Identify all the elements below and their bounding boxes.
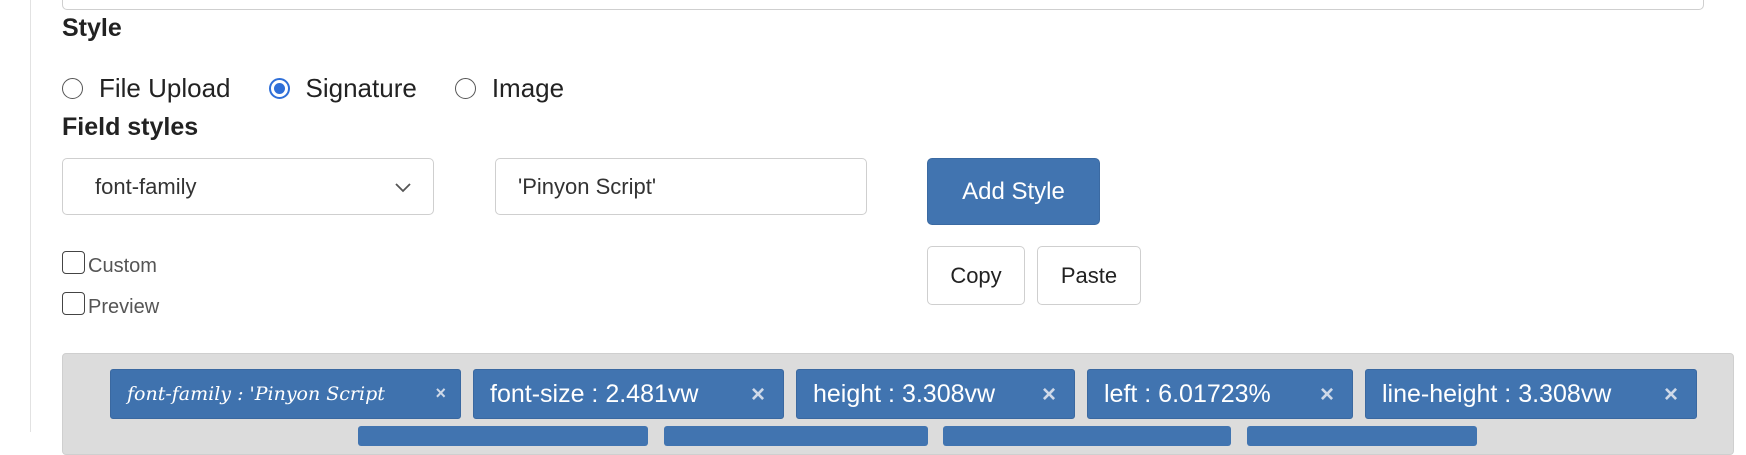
preview-checkbox-label: Preview: [88, 296, 160, 318]
style-tag-partial[interactable]: [358, 426, 648, 446]
style-tag-partial[interactable]: [943, 426, 1231, 446]
style-value-input[interactable]: [495, 158, 867, 215]
close-icon[interactable]: ×: [1042, 381, 1056, 409]
close-icon[interactable]: ×: [1664, 381, 1678, 409]
style-tag[interactable]: font-size : 2.481vw ×: [473, 369, 784, 419]
style-tag[interactable]: font-family : 'Pinyon Script ×: [110, 369, 461, 419]
content-left-border: [30, 0, 31, 432]
style-tag[interactable]: left : 6.01723% ×: [1087, 369, 1353, 419]
previous-field-input[interactable]: [62, 0, 1704, 10]
style-tag-text: font-size : 2.481vw: [490, 379, 699, 408]
custom-checkbox[interactable]: [62, 251, 85, 274]
preview-checkbox-row[interactable]: Preview: [62, 292, 160, 319]
style-tag-text: height : 3.308vw: [813, 379, 996, 408]
style-property-select[interactable]: font-family: [62, 158, 434, 215]
close-icon[interactable]: ×: [751, 381, 765, 409]
field-styles-heading: Field styles: [62, 113, 199, 141]
close-icon[interactable]: ×: [1320, 381, 1334, 409]
paste-button[interactable]: Paste: [1037, 246, 1141, 305]
style-tag-text: left : 6.01723%: [1104, 379, 1271, 408]
file-upload-radio[interactable]: [62, 77, 83, 99]
file-upload-label: File Upload: [99, 72, 231, 103]
signature-label: Signature: [305, 72, 417, 103]
style-tag-partial[interactable]: [664, 426, 928, 446]
style-heading: Style: [62, 14, 122, 42]
radio-option-signature[interactable]: Signature: [268, 72, 417, 104]
style-tag[interactable]: line-height : 3.308vw ×: [1365, 369, 1697, 419]
copy-button[interactable]: Copy: [927, 246, 1025, 305]
signature-radio[interactable]: [268, 77, 290, 99]
close-icon[interactable]: ×: [435, 383, 446, 404]
chevron-down-icon: [395, 183, 411, 193]
custom-checkbox-label: Custom: [88, 255, 157, 277]
style-tag-text: line-height : 3.308vw: [1382, 379, 1612, 408]
preview-checkbox[interactable]: [62, 292, 85, 315]
radio-option-file-upload[interactable]: File Upload: [62, 73, 231, 104]
radio-option-image[interactable]: Image: [454, 72, 565, 104]
style-property-value: font-family: [95, 173, 197, 199]
style-tag[interactable]: height : 3.308vw ×: [796, 369, 1075, 419]
style-tag-text: font-family : 'Pinyon Script: [127, 383, 385, 405]
custom-checkbox-row[interactable]: Custom: [62, 251, 157, 278]
style-radio-group: File Upload Signature Image: [62, 70, 602, 106]
image-radio[interactable]: [454, 77, 476, 99]
style-tag-partial[interactable]: [1247, 426, 1477, 446]
image-label: Image: [491, 72, 565, 103]
add-style-button[interactable]: Add Style: [927, 158, 1100, 225]
